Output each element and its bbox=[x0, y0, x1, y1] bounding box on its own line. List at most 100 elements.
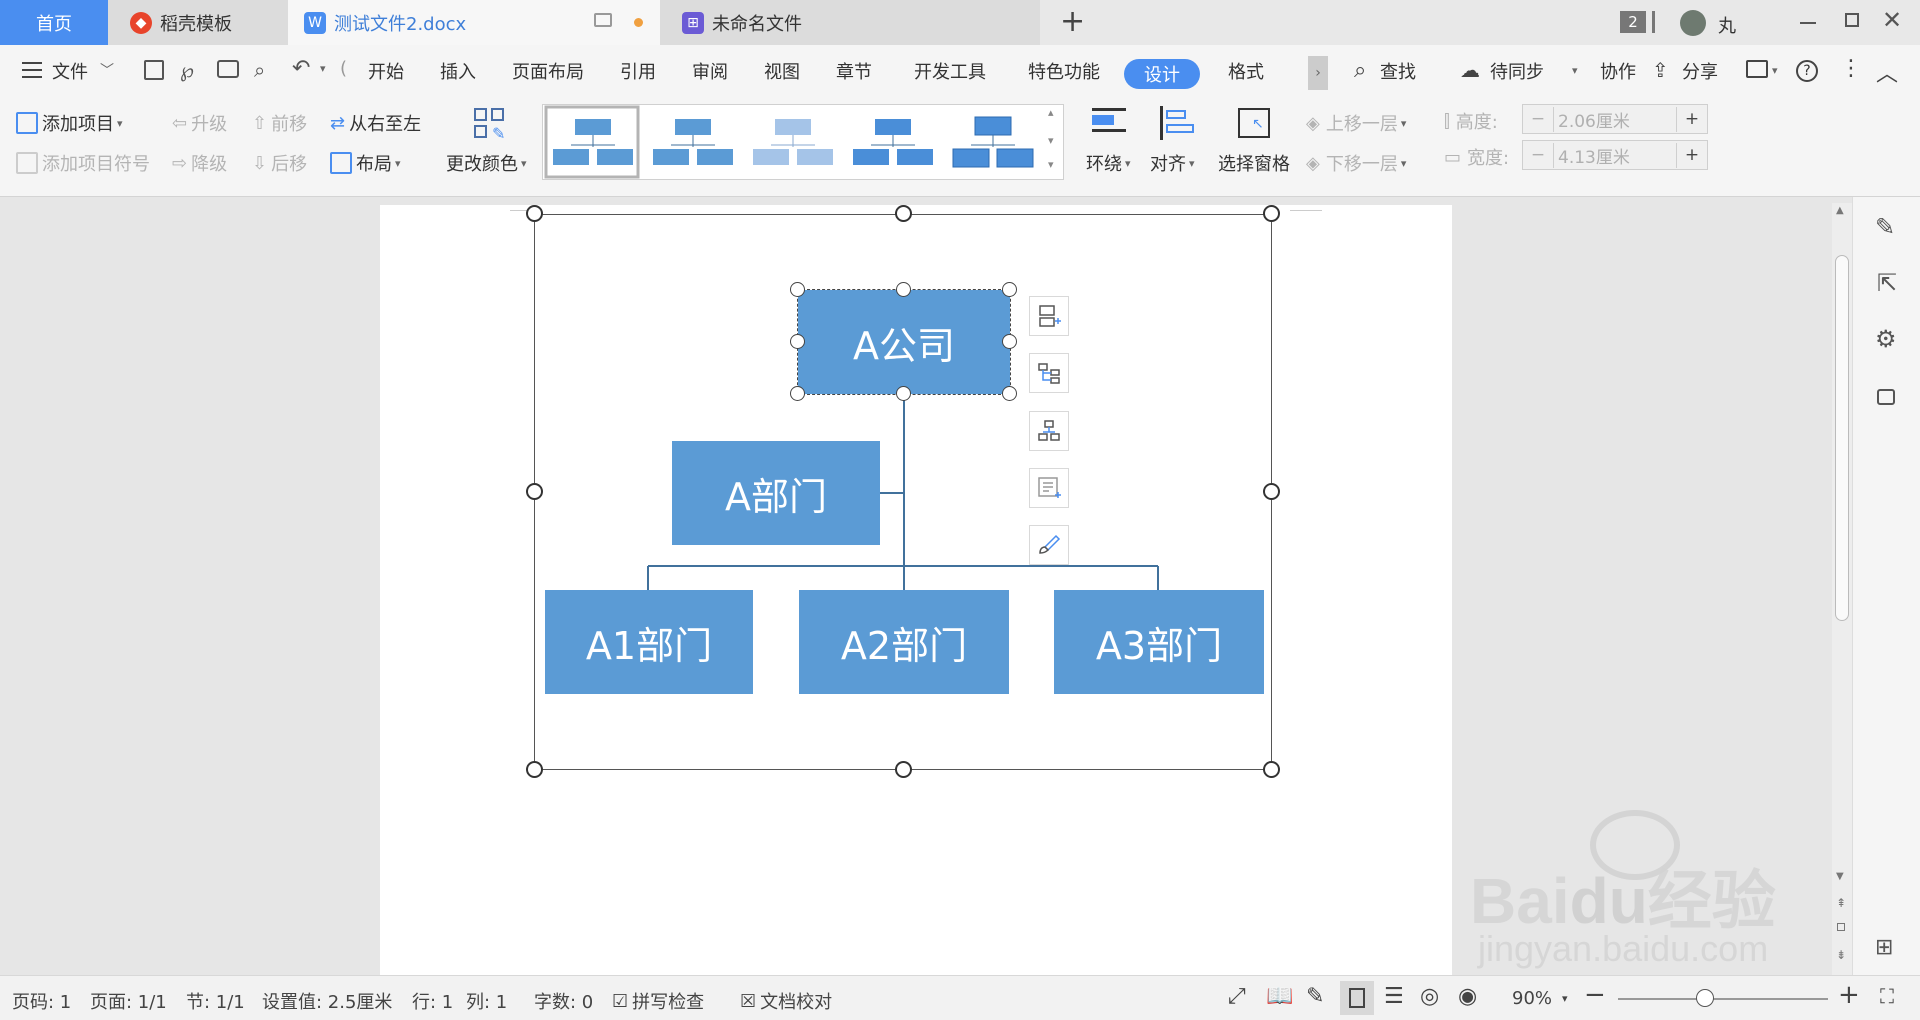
zoom-slider[interactable] bbox=[1618, 998, 1828, 1000]
cursor-select-icon[interactable]: ⇱ bbox=[1877, 269, 1897, 297]
tab-template[interactable]: ◆ 稻壳模板 bbox=[108, 0, 288, 45]
frame-handle-top[interactable] bbox=[895, 205, 912, 222]
height-spinner[interactable]: − 2.06厘米 + bbox=[1522, 104, 1708, 134]
status-section[interactable]: 节: 1/1 bbox=[186, 988, 245, 1014]
frame-handle-left[interactable] bbox=[526, 483, 543, 500]
float-add-shape-button[interactable] bbox=[1029, 296, 1069, 336]
print-preview-icon[interactable]: ⌕ bbox=[254, 58, 265, 82]
restore-icon[interactable] bbox=[1845, 13, 1859, 27]
frame-handle-bottom-right[interactable] bbox=[1263, 761, 1280, 778]
status-row[interactable]: 行: 1 bbox=[412, 988, 453, 1014]
sync-caret-icon[interactable]: ▾ bbox=[1572, 64, 1578, 77]
add-item-button[interactable]: 添加项目 ▾ bbox=[16, 110, 123, 136]
menu-chapter[interactable]: 章节 bbox=[836, 58, 872, 84]
node-handle-top-left[interactable] bbox=[790, 282, 805, 297]
float-arrange-button[interactable] bbox=[1029, 411, 1069, 451]
selection-pane-button[interactable]: 选择窗格 bbox=[1218, 150, 1290, 176]
wrap-icon[interactable] bbox=[1092, 108, 1126, 138]
tab-home[interactable]: 首页 bbox=[0, 0, 108, 45]
search-icon[interactable]: ⌕ bbox=[1354, 58, 1366, 83]
height-decrease[interactable]: − bbox=[1523, 109, 1553, 129]
org-node-root[interactable]: A公司 bbox=[797, 289, 1011, 395]
vertical-scrollbar[interactable]: ▲ ▼ ⇞ ⇟ bbox=[1832, 203, 1852, 975]
read-mode-icon[interactable]: 📖 bbox=[1266, 984, 1293, 1009]
frame-handle-right[interactable] bbox=[1263, 483, 1280, 500]
print-icon[interactable] bbox=[217, 60, 239, 78]
node-handle-bottom-left[interactable] bbox=[790, 386, 805, 401]
send-backward-button[interactable]: ◈ 下移一层 ▾ bbox=[1306, 150, 1406, 176]
right-to-left-button[interactable]: ⇄ 从右至左 bbox=[330, 110, 421, 136]
menu-format[interactable]: 格式 bbox=[1228, 58, 1264, 84]
menu-reference[interactable]: 引用 bbox=[620, 58, 656, 84]
lock-icon[interactable] bbox=[1877, 389, 1895, 405]
menu-sync[interactable]: 待同步 bbox=[1490, 58, 1544, 84]
paragraph-box-icon[interactable] bbox=[1746, 60, 1768, 78]
node-handle-top-right[interactable] bbox=[1002, 282, 1017, 297]
share-icon[interactable]: ⇪ bbox=[1652, 58, 1669, 82]
outline-view-icon[interactable]: ☰ bbox=[1384, 984, 1404, 1009]
height-increase[interactable]: + bbox=[1677, 109, 1707, 129]
status-pages[interactable]: 页面: 1/1 bbox=[90, 988, 167, 1014]
width-decrease[interactable]: − bbox=[1523, 145, 1553, 165]
edit-mode-icon[interactable]: ✎ bbox=[1306, 984, 1324, 1009]
node-handle-left[interactable] bbox=[790, 334, 805, 349]
collapse-ribbon-icon[interactable]: ︿ bbox=[1876, 56, 1898, 88]
org-node-child-2[interactable]: A2部门 bbox=[799, 590, 1009, 694]
width-input[interactable]: 4.13厘米 bbox=[1553, 142, 1677, 168]
menu-share[interactable]: 分享 bbox=[1682, 58, 1718, 84]
float-text-pane-button[interactable] bbox=[1029, 468, 1069, 508]
selection-pane-icon[interactable]: ↖ bbox=[1238, 108, 1270, 138]
tab-new-file[interactable]: ⊞ 未命名文件 bbox=[660, 0, 1040, 45]
new-tab-plus-icon[interactable]: + bbox=[1060, 4, 1085, 39]
select-browse-icon[interactable] bbox=[1837, 923, 1845, 931]
menu-start[interactable]: 开始 bbox=[368, 58, 404, 84]
gallery-more-icon[interactable]: ▾ bbox=[1048, 158, 1054, 171]
menu-view[interactable]: 视图 bbox=[764, 58, 800, 84]
node-handle-top[interactable] bbox=[896, 282, 911, 297]
box-caret-icon[interactable]: ▾ bbox=[1772, 64, 1778, 77]
menu-insert[interactable]: 插入 bbox=[440, 58, 476, 84]
height-input[interactable]: 2.06厘米 bbox=[1553, 106, 1677, 132]
monitor-icon[interactable] bbox=[594, 13, 612, 27]
hamburger-icon[interactable] bbox=[22, 62, 42, 78]
eye-protect-icon[interactable]: ◉ bbox=[1458, 984, 1477, 1009]
org-node-assistant[interactable]: A部门 bbox=[672, 441, 880, 545]
gallery-up-icon[interactable]: ▴ bbox=[1048, 106, 1054, 119]
status-setting[interactable]: 设置值: 2.5厘米 bbox=[262, 988, 392, 1014]
pen-icon[interactable]: ✎ bbox=[1875, 213, 1895, 241]
zoom-level[interactable]: 90% bbox=[1512, 988, 1552, 1009]
spell-check-button[interactable]: ☑ 拼写检查 bbox=[612, 988, 704, 1014]
org-node-child-1[interactable]: A1部门 bbox=[545, 590, 753, 694]
status-col[interactable]: 列: 1 bbox=[466, 988, 507, 1014]
next-page-icon[interactable]: ⇟ bbox=[1836, 948, 1846, 962]
apps-grid-icon[interactable]: ⊞ bbox=[1875, 935, 1893, 960]
gallery-down-icon[interactable]: ▾ bbox=[1048, 134, 1054, 147]
help-icon[interactable]: ? bbox=[1796, 60, 1818, 82]
fit-page-icon[interactable]: ⛶ bbox=[1880, 984, 1894, 1008]
width-spinner[interactable]: − 4.13厘米 + bbox=[1522, 140, 1708, 170]
promote-button[interactable]: ⇦ 升级 bbox=[172, 110, 227, 136]
save-icon[interactable] bbox=[144, 60, 164, 80]
menu-developer[interactable]: 开发工具 bbox=[914, 58, 986, 84]
redo-icon[interactable]: ( bbox=[340, 58, 347, 79]
more-icon[interactable]: ⋮ bbox=[1840, 56, 1862, 81]
float-layout-button[interactable] bbox=[1029, 353, 1069, 393]
menu-collab[interactable]: 协作 bbox=[1600, 58, 1636, 84]
notification-badge[interactable]: 2 bbox=[1620, 11, 1646, 33]
change-color-icon[interactable]: ✎ bbox=[474, 108, 506, 143]
layout-button[interactable]: 布局 ▾ bbox=[330, 150, 401, 176]
frame-handle-top-right[interactable] bbox=[1263, 205, 1280, 222]
avatar[interactable] bbox=[1680, 10, 1706, 36]
change-color-button[interactable]: 更改颜色 ▾ bbox=[446, 150, 527, 176]
zoom-caret-icon[interactable]: ▾ bbox=[1562, 992, 1568, 1005]
web-view-icon[interactable]: ◎ bbox=[1420, 984, 1439, 1009]
zoom-out-icon[interactable]: − bbox=[1584, 980, 1606, 1010]
menu-scroll-right-icon[interactable]: › bbox=[1308, 56, 1328, 90]
move-back-button[interactable]: ⇩ 后移 bbox=[252, 150, 307, 176]
move-forward-button[interactable]: ⇧ 前移 bbox=[252, 110, 307, 136]
node-handle-right[interactable] bbox=[1002, 334, 1017, 349]
align-icon[interactable] bbox=[1160, 106, 1194, 140]
align-button[interactable]: 对齐 ▾ bbox=[1150, 150, 1195, 176]
demote-button[interactable]: ⇨ 降级 bbox=[172, 150, 227, 176]
status-page-no[interactable]: 页码: 1 bbox=[12, 988, 71, 1014]
